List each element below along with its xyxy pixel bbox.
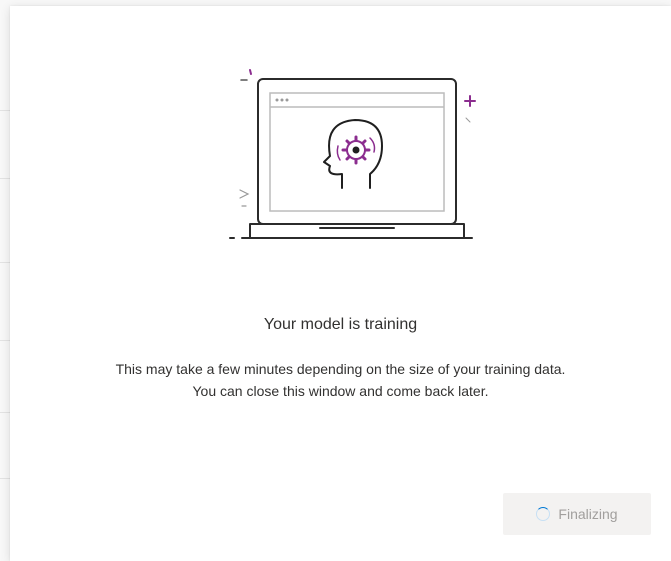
- laptop-brain-gear-illustration: [229, 69, 476, 239]
- description-line: This may take a few minutes depending on…: [115, 361, 566, 377]
- training-dialog: Your model is training This may take a f…: [10, 6, 671, 561]
- dialog-description: This may take a few minutes depending on…: [10, 358, 671, 402]
- loading-spinner-icon: [536, 507, 551, 521]
- dialog-title: Your model is training: [263, 316, 418, 333]
- description-line: You can close this window and come back …: [192, 383, 489, 399]
- finalizing-button-label: Finalizing: [558, 506, 618, 522]
- finalizing-button[interactable]: Finalizing: [503, 493, 651, 535]
